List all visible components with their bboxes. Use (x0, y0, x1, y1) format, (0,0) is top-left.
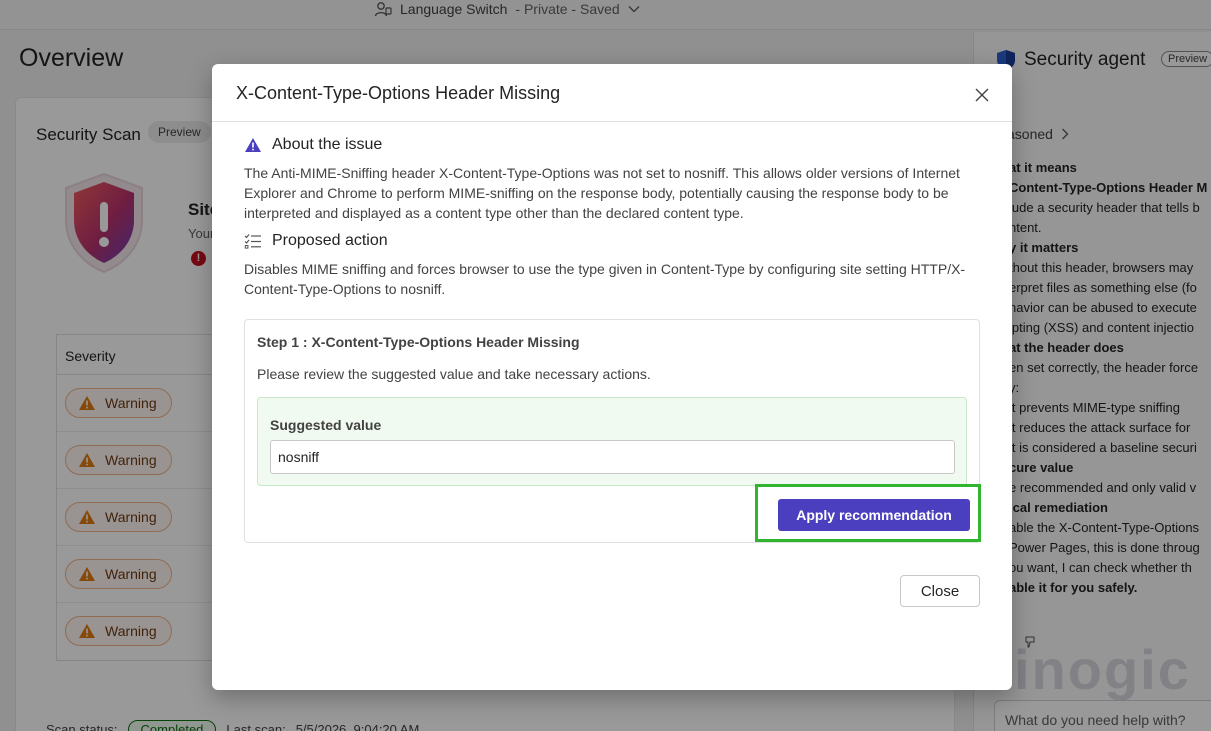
suggested-value-label: Suggested value (270, 417, 382, 433)
suggested-value-input[interactable] (270, 440, 955, 474)
apply-recommendation-button[interactable]: Apply recommendation (778, 499, 970, 531)
issue-dialog: X-Content-Type-Options Header Missing Ab… (212, 64, 1012, 690)
about-section-heading: About the issue (244, 136, 382, 154)
step-card: Step 1 : X-Content-Type-Options Header M… (244, 319, 981, 543)
dialog-title: X-Content-Type-Options Header Missing (236, 83, 561, 103)
suggested-value-panel: Suggested value (257, 397, 967, 486)
close-icon[interactable] (970, 83, 994, 107)
apply-highlight-frame: Apply recommendation (755, 484, 981, 542)
about-heading-text: About the issue (272, 136, 383, 153)
action-heading-text: Proposed action (272, 232, 388, 249)
step-description: Please review the suggested value and ta… (257, 366, 651, 382)
task-list-icon (244, 234, 261, 249)
step-title: Step 1 : X-Content-Type-Options Header M… (257, 334, 580, 350)
close-button[interactable]: Close (900, 575, 980, 607)
warning-icon (245, 138, 261, 152)
dialog-header-divider (212, 121, 1012, 122)
action-text: Disables MIME sniffing and forces browse… (244, 261, 966, 297)
about-text: The Anti-MIME-Sniffing header X-Content-… (244, 165, 960, 221)
action-section-heading: Proposed action (244, 232, 388, 250)
